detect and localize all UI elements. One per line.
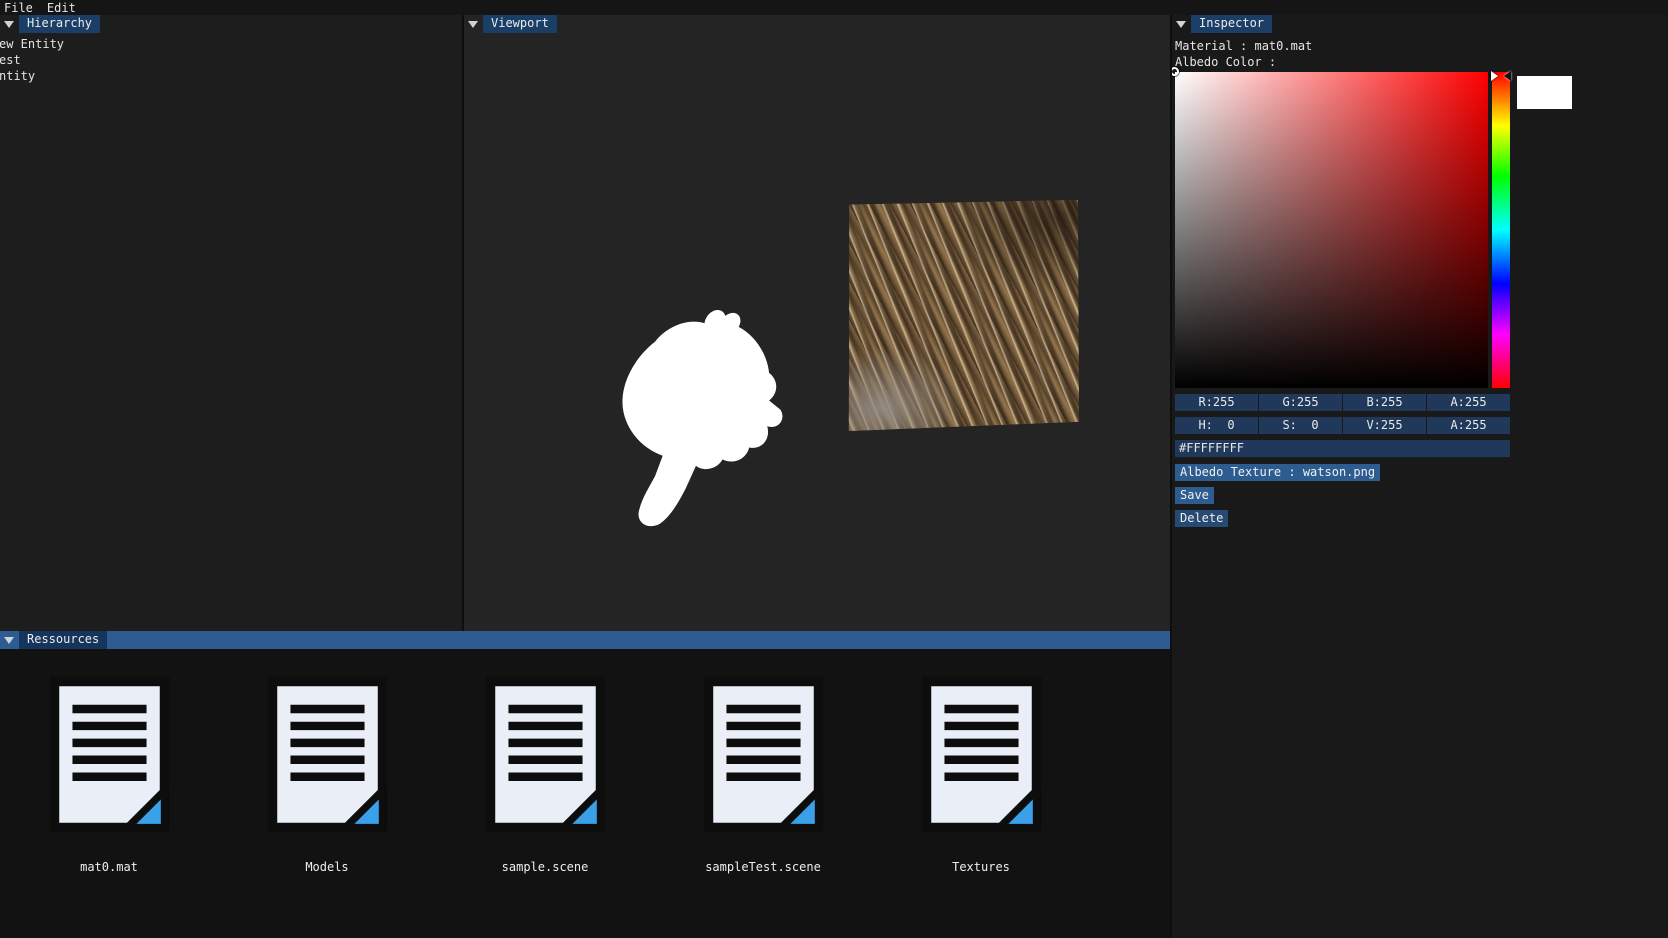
- resource-label[interactable]: sampleTest.scene: [705, 860, 821, 874]
- hue-drag-field[interactable]: H: 0: [1175, 417, 1258, 434]
- tab-inspector[interactable]: Inspector: [1191, 15, 1272, 33]
- white-mesh-object[interactable]: [600, 303, 790, 533]
- hue-marker-icon: [1491, 71, 1498, 81]
- viewport-canvas[interactable]: [464, 33, 1170, 631]
- resource-item-textures[interactable]: Textures: [872, 675, 1090, 874]
- resource-label[interactable]: sample.scene: [502, 860, 589, 874]
- document-icon: [482, 675, 609, 834]
- alpha-drag-field[interactable]: A:255: [1427, 394, 1510, 411]
- sv-picker-indicator: [1172, 67, 1179, 76]
- rgba-row: R:255 G:255 B:255 A:255: [1175, 394, 1668, 411]
- document-icon: [700, 675, 827, 834]
- resource-item-sample-scene[interactable]: sample.scene: [436, 675, 654, 874]
- resources-grid: mat0.mat Models: [0, 649, 1170, 874]
- resource-item-models[interactable]: Models: [218, 675, 436, 874]
- tab-hierarchy[interactable]: Hierarchy: [19, 15, 100, 33]
- inspector-header: Inspector: [1172, 15, 1668, 33]
- value-drag-field[interactable]: V:255: [1343, 417, 1426, 434]
- alpha2-drag-field[interactable]: A:255: [1427, 417, 1510, 434]
- resource-label[interactable]: mat0.mat: [80, 860, 138, 874]
- albedo-texture-button[interactable]: Albedo Texture : watson.png: [1175, 464, 1380, 481]
- color-preview-swatch: [1517, 76, 1572, 109]
- hierarchy-panel: Hierarchy ew Entity est ntity: [0, 15, 462, 631]
- menu-bar: File Edit: [0, 0, 1668, 15]
- document-icon: [918, 675, 1045, 834]
- document-icon: [264, 675, 391, 834]
- red-drag-field[interactable]: R:255: [1175, 394, 1258, 411]
- document-icon: [46, 675, 173, 834]
- hierarchy-item[interactable]: ntity: [0, 68, 462, 84]
- textured-quad-object[interactable]: [847, 200, 1079, 431]
- resource-item-sampletest-scene[interactable]: sampleTest.scene: [654, 675, 872, 874]
- collapse-arrow-icon[interactable]: [1176, 21, 1186, 28]
- hue-slider[interactable]: [1492, 72, 1510, 388]
- menu-item-file[interactable]: File: [0, 1, 43, 15]
- viewport-header: Viewport: [464, 15, 1170, 33]
- resources-panel: Ressources mat0.mat: [0, 631, 1170, 938]
- delete-button[interactable]: Delete: [1175, 510, 1228, 527]
- hierarchy-item[interactable]: ew Entity: [0, 36, 462, 52]
- hex-color-input[interactable]: #FFFFFFFF: [1175, 440, 1510, 457]
- albedo-color-label: Albedo Color :: [1175, 54, 1668, 70]
- hierarchy-item[interactable]: est: [0, 52, 462, 68]
- save-button[interactable]: Save: [1175, 487, 1214, 504]
- resources-header: Ressources: [0, 631, 1170, 649]
- saturation-value-picker[interactable]: [1175, 72, 1488, 388]
- collapse-arrow-icon[interactable]: [4, 21, 14, 28]
- viewport-panel: Viewport: [464, 15, 1170, 631]
- collapse-arrow-icon[interactable]: [468, 21, 478, 28]
- resource-label[interactable]: Models: [305, 860, 348, 874]
- inspector-panel: Inspector Material : mat0.mat Albedo Col…: [1172, 15, 1668, 938]
- saturation-drag-field[interactable]: S: 0: [1259, 417, 1342, 434]
- blue-drag-field[interactable]: B:255: [1343, 394, 1426, 411]
- tab-viewport[interactable]: Viewport: [483, 15, 557, 33]
- tab-resources[interactable]: Ressources: [19, 631, 107, 649]
- material-name-label: Material : mat0.mat: [1175, 38, 1668, 54]
- color-picker: [1175, 72, 1635, 388]
- collapse-arrow-icon[interactable]: [4, 637, 14, 644]
- hierarchy-tree: ew Entity est ntity: [0, 33, 462, 84]
- green-drag-field[interactable]: G:255: [1259, 394, 1342, 411]
- resource-item-mat0[interactable]: mat0.mat: [0, 675, 218, 874]
- hue-marker-icon: [1504, 71, 1511, 81]
- menu-item-edit[interactable]: Edit: [43, 1, 86, 15]
- resource-label[interactable]: Textures: [952, 860, 1010, 874]
- hierarchy-header: Hierarchy: [0, 15, 462, 33]
- hsva-row: H: 0 S: 0 V:255 A:255: [1175, 417, 1668, 434]
